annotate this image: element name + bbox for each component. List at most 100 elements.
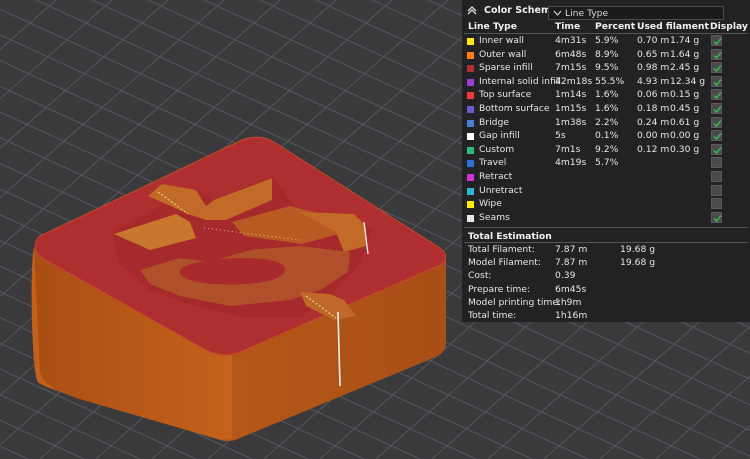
checkmark-icon: [713, 119, 722, 127]
line-type-name: Wipe: [479, 198, 502, 210]
checkmark-icon: [713, 92, 722, 100]
line-type-weight: 2.45 g: [670, 62, 700, 74]
line-type-percent: 9.5%: [595, 62, 619, 74]
legend-panel: Color Scheme Line Type Line Type Time Pe…: [462, 0, 750, 322]
checkmark-icon: [713, 51, 722, 59]
header-used-filament: Used filament: [637, 21, 709, 32]
estimation-divider: [464, 242, 748, 243]
display-checkbox[interactable]: [711, 48, 722, 60]
line-type-weight: 12.34 g: [670, 75, 706, 87]
legend-row: Bridge 1m38s 2.2% 0.24 m 0.61 g: [462, 116, 750, 130]
line-type-weight: 0.15 g: [670, 89, 700, 101]
line-type-weight: 0.61 g: [670, 116, 700, 128]
display-checkbox[interactable]: [711, 89, 722, 101]
legend-row: Custom 7m1s 9.2% 0.12 m 0.30 g: [462, 143, 750, 157]
legend-row: Top surface 1m14s 1.6% 0.06 m 0.15 g: [462, 89, 750, 102]
legend-row: Inner wall 4m31s 5.9% 0.70 m 1.74 g: [462, 35, 750, 48]
legend-row: Travel 4m19s 5.7%: [462, 157, 750, 170]
line-type-name: Seams: [479, 211, 510, 223]
display-checkbox[interactable]: [711, 157, 722, 169]
line-type-name: Custom: [479, 143, 515, 155]
estimation-value: 6m45s: [555, 283, 587, 295]
estimation-label: Total Filament:: [468, 244, 535, 255]
line-type-time: 1m14s: [555, 89, 587, 101]
line-type-percent: 5.7%: [595, 157, 619, 169]
display-checkbox[interactable]: [711, 116, 722, 128]
legend-row: Unretract: [462, 184, 750, 198]
estimation-row: Prepare time: 6m45s: [462, 284, 750, 297]
line-type-name: Outer wall: [479, 48, 527, 60]
display-checkbox[interactable]: [711, 35, 722, 46]
chevron-up-icon[interactable]: [466, 4, 478, 16]
legend-row: Outer wall 6m48s 8.9% 0.65 m 1.64 g: [462, 48, 750, 62]
estimation-value: 1h9m: [555, 296, 582, 308]
display-checkbox[interactable]: [711, 171, 722, 182]
line-type-weight: 1.64 g: [670, 48, 700, 60]
color-swatch: [467, 214, 474, 222]
line-type-length: 0.06 m: [637, 89, 670, 101]
estimation-row: Total Filament: 7.87 m 19.68 g: [462, 244, 750, 257]
header-divider: [464, 33, 748, 34]
line-type-time: 7m1s: [555, 143, 581, 155]
line-type-name: Travel: [479, 157, 507, 169]
line-type-percent: 55.5%: [595, 75, 625, 87]
header-line-type: Line Type: [468, 21, 517, 32]
line-type-name: Top surface: [479, 89, 532, 101]
estimation-row: Total time: 1h16m: [462, 310, 750, 323]
line-type-name: Unretract: [479, 184, 523, 196]
checkmark-icon: [713, 37, 722, 46]
color-swatch: [467, 146, 474, 154]
line-type-time: 1m15s: [555, 103, 587, 114]
estimation-value: 1h16m: [555, 310, 588, 321]
display-checkbox[interactable]: [711, 211, 722, 223]
color-swatch: [467, 174, 474, 181]
color-swatch: [467, 133, 474, 141]
header-time: Time: [555, 21, 581, 32]
estimation-extra: 19.68 g: [620, 257, 656, 269]
estimation-extra: 19.68 g: [620, 244, 656, 255]
display-checkbox[interactable]: [711, 75, 722, 87]
line-type-percent: 1.6%: [595, 103, 619, 114]
checkmark-icon: [713, 133, 722, 141]
color-scheme-select[interactable]: Line Type: [548, 6, 724, 20]
line-type-name: Retract: [479, 171, 513, 182]
section-divider: [464, 227, 748, 228]
line-type-time: 7m15s: [555, 62, 587, 74]
estimation-label: Total time:: [468, 310, 517, 321]
line-type-time: 5s: [555, 130, 566, 142]
display-checkbox[interactable]: [711, 62, 722, 74]
legend-row: Sparse infill 7m15s 9.5% 0.98 m 2.45 g: [462, 62, 750, 75]
line-type-length: 0.65 m: [637, 48, 670, 60]
estimation-label: Prepare time:: [468, 283, 531, 295]
display-checkbox[interactable]: [711, 198, 722, 210]
estimation-row: Cost: 0.39: [462, 270, 750, 283]
checkmark-icon: [713, 146, 722, 154]
line-type-weight: 0.00 g: [670, 130, 700, 142]
estimation-row: Model Filament: 7.87 m 19.68 g: [462, 257, 750, 270]
chevron-down-icon: [553, 10, 562, 16]
color-swatch: [467, 119, 474, 127]
line-type-percent: 1.6%: [595, 89, 619, 101]
line-type-length: 0.70 m: [637, 35, 670, 46]
color-swatch: [467, 65, 474, 73]
line-type-length: 0.24 m: [637, 116, 670, 128]
color-swatch: [467, 92, 474, 100]
line-type-name: Bridge: [479, 116, 509, 128]
estimation-value: 7.87 m: [555, 257, 588, 269]
line-type-time: 42m18s: [555, 75, 593, 87]
legend-row: Wipe: [462, 198, 750, 211]
color-swatch: [467, 106, 474, 113]
display-checkbox[interactable]: [711, 143, 722, 155]
line-type-time: 4m31s: [555, 35, 587, 46]
display-checkbox[interactable]: [711, 103, 722, 114]
line-type-percent: 8.9%: [595, 48, 619, 60]
color-swatch: [467, 160, 474, 168]
line-type-percent: 2.2%: [595, 116, 619, 128]
line-type-name: Gap infill: [479, 130, 520, 142]
legend-row: Internal solid infill 42m18s 55.5% 4.93 m 12…: [462, 75, 750, 89]
legend-row: Bottom surface 1m15s 1.6% 0.18 m 0.45 g: [462, 103, 750, 116]
line-type-name: Inner wall: [479, 35, 524, 46]
color-swatch: [467, 187, 474, 195]
display-checkbox[interactable]: [711, 130, 722, 142]
display-checkbox[interactable]: [711, 184, 722, 196]
